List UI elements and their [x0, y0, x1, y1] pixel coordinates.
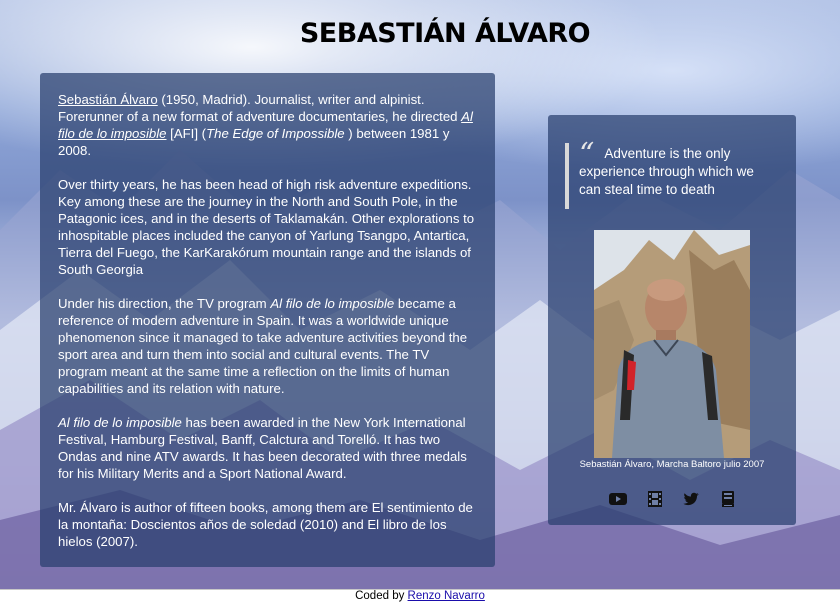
film-icon[interactable] — [645, 489, 665, 509]
bio-paragraph-intro: Sebastián Álvaro (1950, Madrid). Journal… — [58, 91, 477, 159]
author-link[interactable]: Renzo Navarro — [408, 590, 485, 602]
book-icon[interactable] — [718, 489, 738, 509]
photo-caption: Sebastián Álvaro, Marcha Baltoro julio 2… — [579, 459, 765, 470]
side-panel: “Adventure is the only experience throug… — [548, 115, 796, 525]
footer: Coded by Renzo Navarro — [0, 589, 840, 605]
social-links — [608, 489, 738, 509]
footer-prefix: Coded by — [355, 590, 405, 602]
bio-paragraph-awards: Al filo de lo imposible has been awarded… — [58, 415, 467, 481]
youtube-icon[interactable] — [608, 489, 628, 509]
twitter-icon[interactable] — [681, 489, 701, 509]
biography-panel: Sebastián Álvaro (1950, Madrid). Journal… — [40, 73, 495, 567]
quote: “Adventure is the only experience throug… — [565, 140, 765, 209]
bio-text: [AFI] ( — [166, 126, 207, 141]
bio-paragraph-program: Under his direction, the TV program Al f… — [58, 296, 468, 396]
show-english-title: The Edge of Impossible — [206, 126, 345, 141]
page-title: SEBASTIÁN ÁLVARO — [299, 18, 591, 49]
name-link[interactable]: Sebastián Álvaro — [58, 92, 158, 107]
portrait-photo — [594, 230, 750, 458]
bio-paragraph-expeditions: Over thirty years, he has been head of h… — [58, 177, 475, 277]
bio-paragraph-books: Mr. Álvaro is author of fifteen books, a… — [58, 500, 473, 549]
quote-text: Adventure is the only experience through… — [579, 146, 754, 197]
